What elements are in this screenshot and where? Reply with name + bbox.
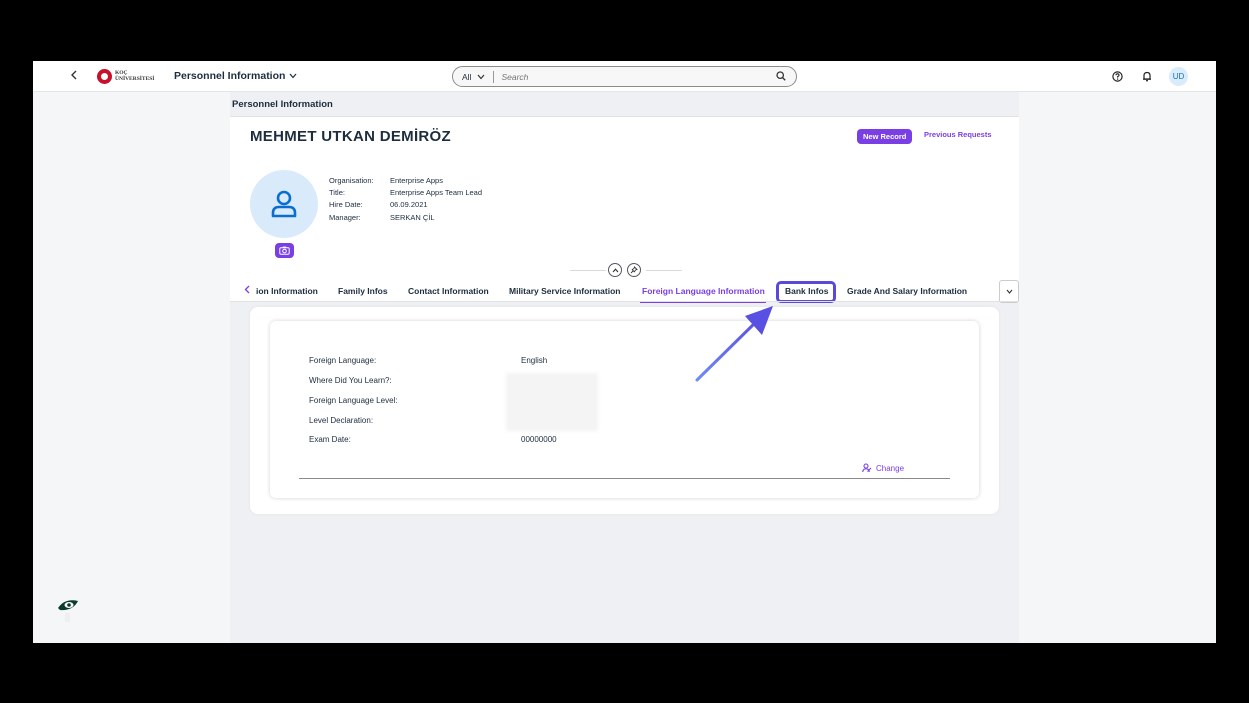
attr-value: 06.09.2021 <box>390 200 428 210</box>
blurred-values <box>506 373 598 431</box>
field-label: Where Did You Learn?: <box>309 376 392 385</box>
employee-name: MEHMET UTKAN DEMİRÖZ <box>250 128 451 145</box>
chevron-down-icon <box>289 73 297 79</box>
section-panel: Foreign Language: English Where Did You … <box>250 307 999 514</box>
logo-line2: ÜNİVERSİTESİ <box>115 75 155 82</box>
page-title: Personnel Information <box>232 99 333 110</box>
previous-requests-link[interactable]: Previous Requests <box>924 130 992 139</box>
tab-foreign-language-information[interactable]: Foreign Language Information <box>642 286 765 296</box>
tab-grade-and-salary-information[interactable]: Grade And Salary Information <box>847 286 967 296</box>
tab-contact-information[interactable]: Contact Information <box>408 286 489 296</box>
divider <box>570 270 606 271</box>
app-title-label: Personnel Information <box>174 70 286 82</box>
user-avatar[interactable]: UD <box>1169 67 1188 86</box>
help-icon <box>1111 71 1123 82</box>
tab-family-infos[interactable]: Family Infos <box>338 286 388 296</box>
field-label: Foreign Language: <box>309 356 377 365</box>
tab-bank-infos[interactable]: Bank Infos <box>785 286 828 296</box>
field-label: Level Declaration: <box>309 416 374 425</box>
shell-bar: KOÇ ÜNİVERSİTESİ Personnel Information A… <box>33 61 1216 92</box>
object-header: MEHMET UTKAN DEMİRÖZ New Record Previous… <box>230 116 1019 303</box>
divider <box>646 270 682 271</box>
field-label: Foreign Language Level: <box>309 396 398 405</box>
change-photo-button[interactable] <box>275 243 294 258</box>
field-value: 00000000 <box>521 435 557 444</box>
app-title-menu[interactable]: Personnel Information <box>174 70 297 82</box>
divider <box>299 478 950 479</box>
new-record-button[interactable]: New Record <box>857 129 913 144</box>
attr-value: SERKAN ÇİL <box>390 212 435 222</box>
recorder-logo-icon <box>58 600 78 622</box>
collapse-header-button[interactable] <box>608 263 622 277</box>
pin-icon <box>630 266 638 274</box>
attr-label: Manager: <box>329 212 361 222</box>
tabs-scroll-left-button[interactable] <box>244 285 250 297</box>
field-label: Exam Date: <box>309 435 351 444</box>
field-value: English <box>521 356 548 365</box>
notifications-button[interactable] <box>1139 69 1155 85</box>
attr-label: Organisation: <box>329 176 374 185</box>
attr-label: Title: <box>329 188 345 198</box>
camera-icon <box>279 246 290 255</box>
foreign-language-card: Foreign Language: English Where Did You … <box>270 321 979 498</box>
chevron-down-icon <box>1006 289 1012 294</box>
chevron-up-icon <box>612 267 618 272</box>
chevron-down-icon <box>477 74 485 79</box>
person-icon <box>271 190 297 218</box>
back-button[interactable] <box>70 68 78 83</box>
divider <box>230 301 1019 302</box>
tab-bar: ion Information Family Infos Contact Inf… <box>230 280 1019 303</box>
university-logo[interactable]: KOÇ ÜNİVERSİTESİ <box>97 69 154 84</box>
pin-header-button[interactable] <box>627 263 641 277</box>
search-scope-label: All <box>462 71 472 82</box>
tab-military-service-information[interactable]: Military Service Information <box>509 286 620 296</box>
tabs-overflow-button[interactable] <box>999 280 1019 303</box>
change-label: Change <box>876 463 905 473</box>
change-button[interactable]: Change <box>862 463 904 473</box>
attr-label: Hire Date: <box>329 200 363 210</box>
tab-personal-information[interactable]: ion Information <box>256 286 318 296</box>
attr-value: Enterprise Apps Team Lead <box>390 188 483 198</box>
header-attributes: Organisation: Enterprise Apps Title: Ent… <box>329 175 482 224</box>
chevron-left-icon <box>244 285 250 294</box>
chevron-left-icon <box>71 70 77 80</box>
logo-mark-icon <box>97 69 112 84</box>
search-icon <box>776 70 786 81</box>
object-page: Personnel Information MEHMET UTKAN DEMİR… <box>230 92 1019 643</box>
search-button[interactable] <box>776 70 786 83</box>
search-scope-select[interactable]: All <box>453 70 495 83</box>
avatar <box>250 170 318 238</box>
search-input[interactable] <box>501 71 776 82</box>
search-bar: All <box>452 66 797 87</box>
help-button[interactable] <box>1109 69 1125 85</box>
app-window: KOÇ ÜNİVERSİTESİ Personnel Information A… <box>33 61 1216 643</box>
edit-person-icon <box>862 463 872 473</box>
bell-icon <box>1143 71 1151 82</box>
attr-value: Enterprise Apps <box>390 176 443 185</box>
